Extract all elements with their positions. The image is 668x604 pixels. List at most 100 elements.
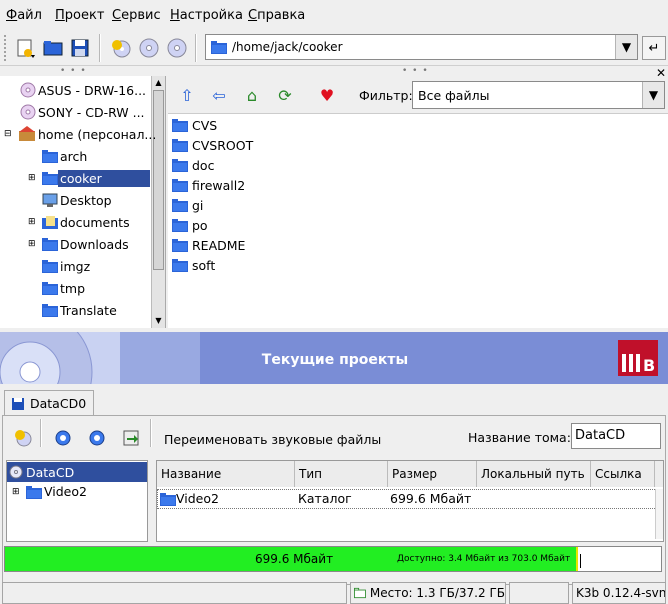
svg-text:B: B	[643, 356, 655, 375]
location-path: /home/jack/cooker	[232, 40, 343, 54]
project-properties-button[interactable]	[10, 425, 36, 451]
cd-icon	[139, 38, 159, 58]
open-button[interactable]	[40, 35, 66, 61]
file-item[interactable]: po	[172, 215, 208, 235]
gear-icon	[89, 430, 105, 446]
import-icon	[123, 430, 139, 446]
home-folder-icon	[19, 126, 35, 141]
filter-combo[interactable]: Все файлы ▼	[412, 81, 665, 109]
reload-button[interactable]: ⟳	[272, 82, 298, 108]
filter-value: Все файлы	[418, 88, 490, 103]
up-button[interactable]: ⇧	[174, 82, 200, 108]
tree-scrollbar[interactable]: ▲ ▼	[151, 76, 165, 328]
chevron-down-icon: ▼	[621, 40, 632, 54]
floppy-icon	[71, 39, 89, 57]
folder-icon	[172, 239, 188, 252]
tree-item-imgz[interactable]: imgz	[42, 255, 92, 277]
expand-icon[interactable]: ⊞	[28, 173, 42, 183]
folder-icon	[42, 282, 58, 295]
file-item[interactable]: firewall2	[172, 175, 245, 195]
folder-icon	[172, 159, 188, 172]
home-button[interactable]: ⌂	[239, 82, 265, 108]
filter-dropdown-button[interactable]: ▼	[642, 82, 664, 108]
remove-files-button[interactable]	[84, 425, 110, 451]
location-combo[interactable]: /home/jack/cooker ▼	[205, 34, 638, 60]
scroll-up-icon[interactable]: ▲	[152, 76, 165, 90]
expand-icon[interactable]: ⊞	[12, 487, 26, 497]
file-item[interactable]: CVSROOT	[172, 135, 253, 155]
cd-graphic-icon	[0, 332, 200, 384]
status-bar: Место: 1.3 ГБ/37.2 ГБ K3b 0.12.4-svn	[0, 580, 668, 604]
folder-icon	[172, 139, 188, 152]
folder-icon	[42, 260, 58, 273]
project-tree: DataCD ⊞ Video2	[6, 460, 148, 542]
copy-cd-button[interactable]	[136, 35, 162, 61]
expand-icon[interactable]: ⊞	[28, 217, 42, 227]
new-document-icon	[17, 39, 35, 58]
folder-icon	[160, 493, 176, 506]
save-button[interactable]	[67, 35, 93, 61]
file-item[interactable]: gi	[172, 195, 203, 215]
column-header-local-path[interactable]: Локальный путь	[477, 461, 591, 487]
folder-icon	[172, 219, 188, 232]
tree-item-downloads[interactable]: ⊞ Downloads	[28, 233, 131, 255]
menu-settings[interactable]: Настройка	[170, 8, 243, 23]
toolbar-handle[interactable]	[3, 34, 7, 62]
tree-item-tmp[interactable]: tmp	[42, 277, 87, 299]
bookmark-button[interactable]: ♥	[314, 82, 340, 108]
file-item[interactable]: soft	[172, 255, 215, 275]
table-scrollbar[interactable]	[655, 489, 663, 539]
scroll-down-icon[interactable]: ▼	[152, 314, 165, 328]
project-tree-root[interactable]: DataCD	[7, 462, 147, 482]
disc-usage-overflow	[576, 547, 578, 571]
tree-item-sony[interactable]: SONY - CD-RW ...	[20, 101, 147, 123]
k3b-logo-icon: B	[618, 340, 658, 376]
file-item[interactable]: doc	[172, 155, 214, 175]
erase-cd-button[interactable]	[164, 35, 190, 61]
disc-usage-bar: 699.6 Мбайт Доступно: 3.4 Мбайт из 703.0…	[4, 546, 662, 572]
tree-item-documents[interactable]: ⊞ documents	[28, 211, 132, 233]
table-row[interactable]: Video2 Каталог 699.6 Мбайт	[157, 489, 657, 509]
tree-item-translate[interactable]: Translate	[42, 299, 119, 321]
column-header-name[interactable]: Название	[157, 461, 295, 487]
project-tabbar: DataCD0	[0, 386, 668, 416]
arrow-left-icon: ⇦	[212, 85, 226, 105]
reload-icon: ⟳	[278, 85, 292, 105]
splitter-handle[interactable]: • • •	[60, 66, 87, 76]
splitter-handle[interactable]: • • •	[402, 66, 429, 76]
column-header-size[interactable]: Размер	[388, 461, 477, 487]
rename-audio-files-label[interactable]: Переименовать звуковые файлы	[164, 432, 381, 447]
add-files-button[interactable]	[50, 425, 76, 451]
menu-bar: Файл Проект Сервис Настройка Справка	[0, 0, 668, 32]
tree-item-arch[interactable]: arch	[42, 145, 89, 167]
burn-button[interactable]	[108, 35, 134, 61]
menu-file[interactable]: Файл	[6, 8, 42, 23]
expand-icon[interactable]: ⊞	[28, 239, 42, 249]
column-header-type[interactable]: Тип	[295, 461, 388, 487]
new-project-button[interactable]	[12, 35, 38, 61]
collapse-icon[interactable]: ⊟	[4, 129, 18, 139]
project-tree-child[interactable]: ⊞ Video2	[12, 484, 87, 499]
tree-item-asus[interactable]: ASUS - DRW-16...	[20, 79, 148, 101]
menu-project[interactable]: Проект	[55, 8, 104, 23]
go-button[interactable]: ↵	[642, 36, 666, 60]
version-status: K3b 0.12.4-svn	[572, 582, 666, 604]
tree-item-cooker[interactable]: ⊞ cooker	[28, 167, 150, 189]
scrollbar-thumb[interactable]	[153, 90, 164, 270]
menu-service[interactable]: Сервис	[112, 8, 161, 23]
tree-item-home[interactable]: ⊟ home (персонал...	[4, 123, 158, 145]
home-icon: ⌂	[246, 85, 258, 105]
column-header-link[interactable]: Ссылка	[591, 461, 655, 487]
folder-icon	[42, 304, 58, 317]
burn-cd-icon	[15, 430, 32, 447]
import-session-button[interactable]	[118, 425, 144, 451]
tab-datacd0[interactable]: DataCD0	[4, 390, 94, 416]
location-dropdown-button[interactable]: ▼	[615, 35, 637, 59]
back-button[interactable]: ⇦	[206, 82, 232, 108]
file-item[interactable]: CVS	[172, 115, 217, 135]
status-message	[2, 582, 347, 604]
menu-help[interactable]: Справка	[248, 8, 305, 23]
volume-name-input[interactable]: DataCD	[571, 423, 661, 449]
tree-item-desktop[interactable]: Desktop	[42, 189, 114, 211]
file-item[interactable]: README	[172, 235, 245, 255]
